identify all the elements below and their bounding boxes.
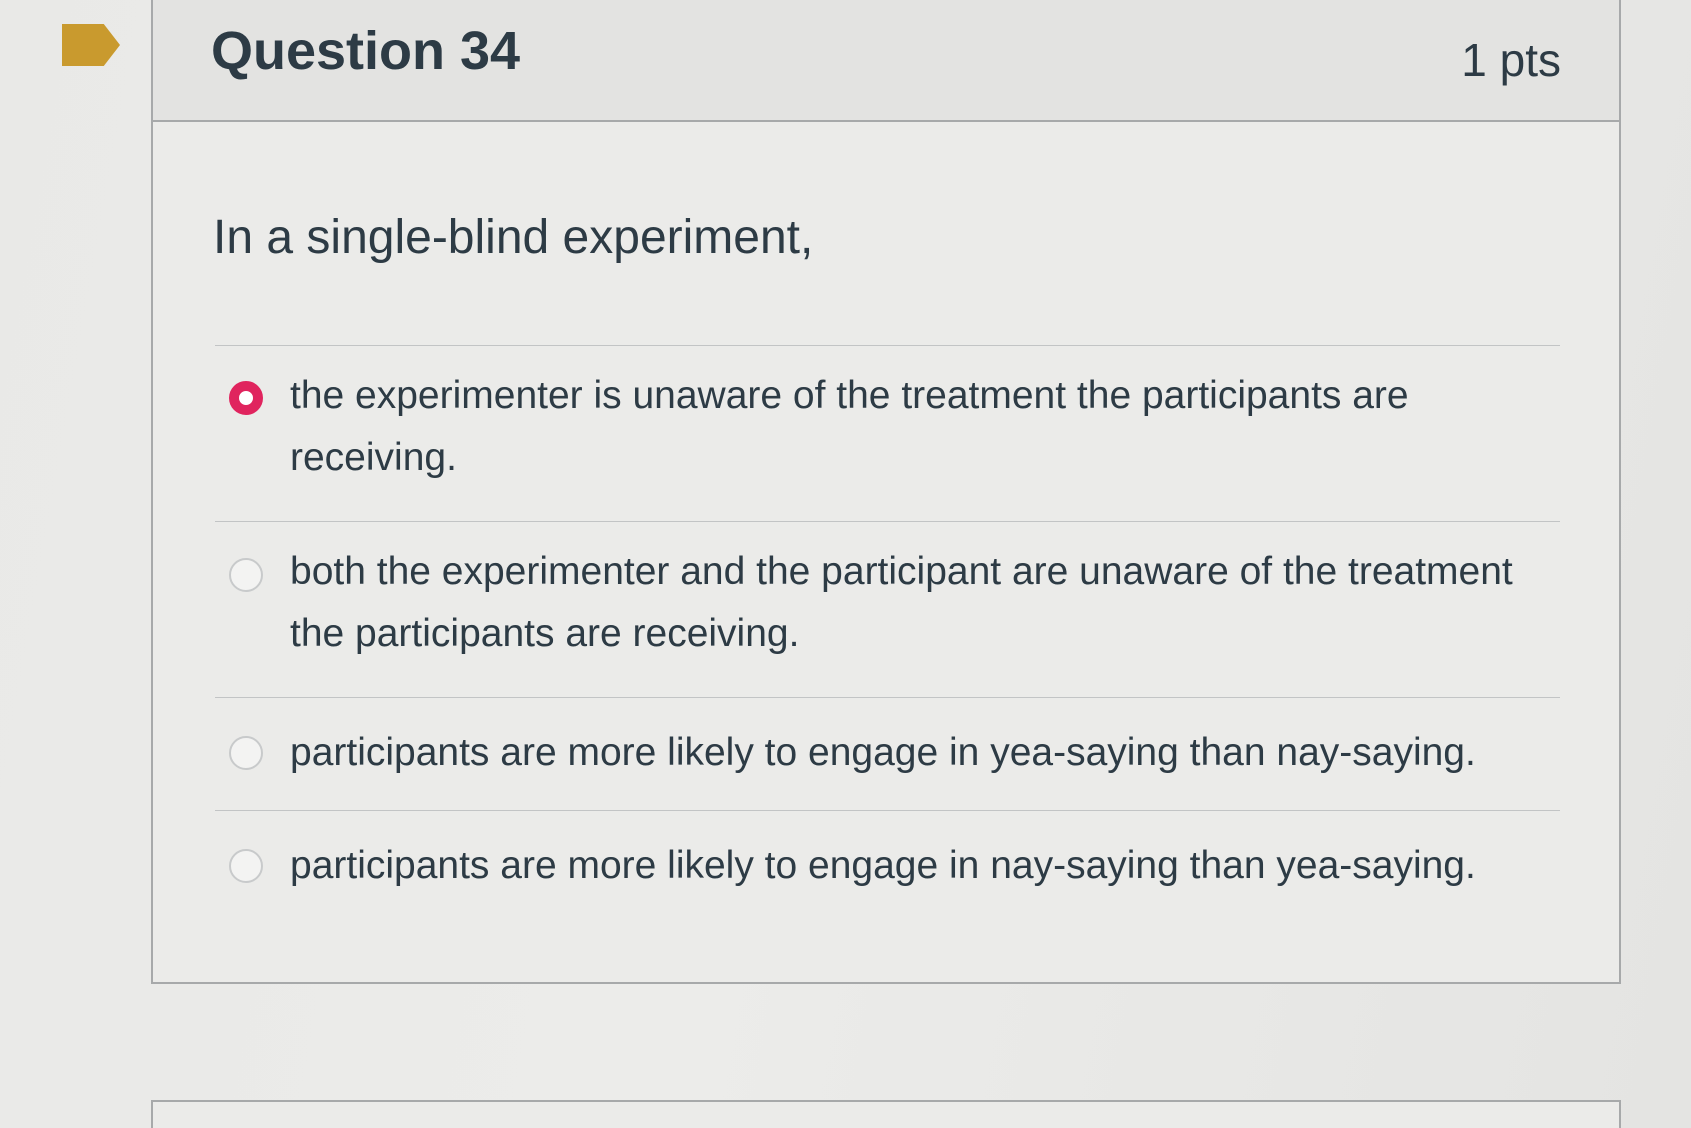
question-card: Question 34 1 pts In a single-blind expe… [151, 0, 1621, 984]
radio-icon[interactable] [229, 849, 263, 883]
answer-label: participants are more likely to engage i… [290, 844, 1476, 887]
radio-icon[interactable] [229, 558, 263, 592]
question-points: 1 pts [1461, 34, 1561, 86]
answer-label: participants are more likely to engage i… [290, 731, 1476, 774]
question-prompt: In a single-blind experiment, [213, 211, 814, 264]
answer-divider [215, 521, 1560, 522]
answer-divider [215, 697, 1560, 698]
radio-selected-icon[interactable] [229, 381, 263, 415]
answer-divider [215, 345, 1560, 346]
next-question-card [151, 1100, 1621, 1128]
question-header: Question 34 1 pts [153, 0, 1619, 122]
answer-label: the experimenter is unaware of the treat… [290, 374, 1409, 479]
answer-divider [215, 810, 1560, 811]
radio-icon[interactable] [229, 736, 263, 770]
flag-icon[interactable] [62, 24, 120, 66]
question-title: Question 34 [211, 21, 521, 81]
quiz-page: Question 34 1 pts In a single-blind expe… [0, 0, 1691, 1128]
answer-label: both the experimenter and the participan… [290, 550, 1513, 655]
